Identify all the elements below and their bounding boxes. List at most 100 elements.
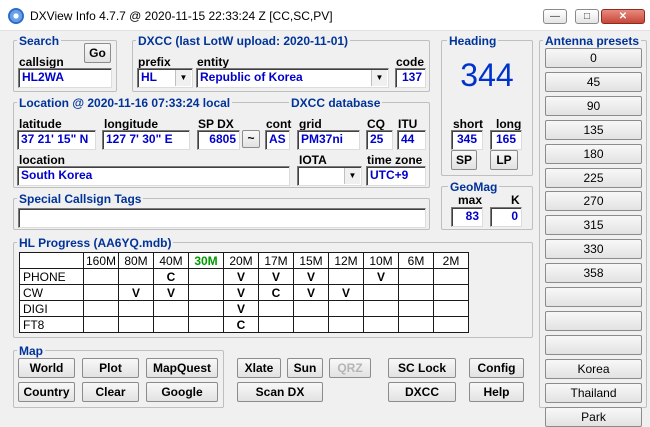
antenna-preset-button[interactable]: 315 [545, 215, 642, 236]
progress-cell[interactable] [153, 300, 189, 317]
progress-cell[interactable] [433, 300, 469, 317]
progress-cell[interactable] [398, 300, 434, 317]
progress-cell[interactable] [293, 300, 329, 317]
config-button[interactable]: Config [469, 358, 524, 378]
code-field[interactable]: 137 [395, 68, 426, 88]
progress-cell[interactable]: V [118, 284, 154, 301]
antenna-preset-button[interactable]: 135 [545, 119, 642, 140]
progress-cell[interactable] [433, 268, 469, 285]
continent-field[interactable]: AS [265, 130, 290, 150]
progress-cell[interactable] [188, 268, 224, 285]
progress-cell[interactable] [118, 316, 154, 333]
progress-cell[interactable] [328, 316, 364, 333]
progress-cell[interactable]: C [223, 316, 259, 333]
distance-units-button[interactable]: ~ [242, 130, 260, 148]
antenna-preset-button[interactable]: 180 [545, 143, 642, 164]
progress-cell[interactable] [398, 268, 434, 285]
sc-lock-button[interactable]: SC Lock [388, 358, 456, 378]
progress-cell[interactable] [258, 300, 294, 317]
help-button[interactable]: Help [469, 382, 524, 402]
progress-cell[interactable] [188, 316, 224, 333]
geomag-k-field[interactable]: 0 [490, 207, 522, 227]
progress-cell[interactable] [258, 316, 294, 333]
progress-cell[interactable] [398, 284, 434, 301]
antenna-preset-button[interactable] [545, 310, 642, 331]
progress-cell[interactable]: V [223, 284, 259, 301]
progress-cell[interactable] [433, 284, 469, 301]
progress-cell[interactable] [83, 316, 119, 333]
longitude-field[interactable]: 127 7' 30" E [102, 130, 190, 150]
progress-cell[interactable]: C [258, 284, 294, 301]
antenna-preset-button[interactable]: Thailand [545, 382, 642, 403]
antenna-preset-button[interactable]: 270 [545, 191, 642, 212]
latitude-field[interactable]: 37 21' 15" N [17, 130, 96, 150]
qrz-button[interactable]: QRZ [329, 358, 371, 378]
progress-cell[interactable] [433, 316, 469, 333]
progress-cell[interactable] [328, 268, 364, 285]
short-path-button[interactable]: SP [451, 150, 477, 170]
sun-button[interactable]: Sun [287, 358, 323, 378]
scan-dx-button[interactable]: Scan DX [237, 382, 323, 402]
antenna-preset-button[interactable]: 0 [545, 48, 642, 68]
timezone-field[interactable]: UTC+9 [366, 166, 426, 186]
antenna-preset-button[interactable]: 358 [545, 263, 642, 284]
iota-select[interactable]: ▼ [297, 166, 362, 186]
progress-cell[interactable] [363, 316, 399, 333]
progress-cell[interactable] [398, 316, 434, 333]
long-path-field[interactable]: 165 [490, 130, 522, 150]
progress-cell[interactable] [118, 268, 154, 285]
progress-cell[interactable] [188, 284, 224, 301]
itu-zone-field[interactable]: 44 [397, 130, 426, 150]
progress-cell[interactable]: V [223, 268, 259, 285]
antenna-preset-button[interactable] [545, 287, 642, 307]
maximize-button[interactable]: □ [575, 9, 599, 24]
map-google-button[interactable]: Google [146, 382, 218, 402]
minimize-button[interactable]: — [543, 9, 567, 24]
progress-cell[interactable] [188, 300, 224, 317]
geomag-max-field[interactable]: 83 [451, 207, 483, 227]
callsign-input[interactable]: HL2WA [18, 68, 112, 88]
cq-zone-field[interactable]: 25 [366, 130, 393, 150]
map-mapquest-button[interactable]: MapQuest [146, 358, 218, 378]
progress-cell[interactable]: V [153, 284, 189, 301]
short-path-field[interactable]: 345 [451, 130, 483, 150]
antenna-preset-button[interactable]: Park [545, 406, 642, 427]
close-button[interactable]: ✕ [601, 9, 645, 24]
progress-cell[interactable]: C [153, 268, 189, 285]
antenna-preset-button[interactable]: Korea [545, 358, 642, 379]
progress-cell[interactable] [293, 316, 329, 333]
chevron-down-icon[interactable]: ▼ [344, 168, 360, 184]
antenna-preset-button[interactable]: 45 [545, 71, 642, 92]
map-clear-button[interactable]: Clear [82, 382, 139, 402]
special-tags-field[interactable] [18, 208, 426, 228]
progress-cell[interactable] [153, 316, 189, 333]
progress-cell[interactable]: V [258, 268, 294, 285]
grid-field[interactable]: PM37ni [297, 130, 360, 150]
antenna-preset-button[interactable]: 225 [545, 167, 642, 188]
progress-cell[interactable] [328, 300, 364, 317]
prefix-select[interactable]: HL ▼ [137, 68, 193, 88]
progress-cell[interactable]: V [293, 268, 329, 285]
spdx-field[interactable]: 6805 [197, 130, 240, 150]
long-path-button[interactable]: LP [490, 150, 518, 170]
progress-cell[interactable] [83, 268, 119, 285]
antenna-preset-button[interactable]: 90 [545, 95, 642, 116]
progress-cell[interactable]: V [363, 268, 399, 285]
progress-cell[interactable] [83, 300, 119, 317]
progress-cell[interactable]: V [223, 300, 259, 317]
entity-select[interactable]: Republic of Korea ▼ [196, 68, 389, 88]
dxcc-button[interactable]: DXCC [388, 382, 456, 402]
progress-cell[interactable] [363, 300, 399, 317]
progress-cell[interactable] [118, 300, 154, 317]
map-country-button[interactable]: Country [18, 382, 75, 402]
antenna-preset-button[interactable]: 330 [545, 239, 642, 260]
map-world-button[interactable]: World [18, 358, 75, 378]
map-plot-button[interactable]: Plot [82, 358, 139, 378]
progress-cell[interactable] [363, 284, 399, 301]
location-field[interactable]: South Korea [17, 166, 290, 186]
go-button[interactable]: Go [84, 43, 111, 63]
chevron-down-icon[interactable]: ▼ [175, 70, 191, 86]
xlate-button[interactable]: Xlate [237, 358, 281, 378]
chevron-down-icon[interactable]: ▼ [371, 70, 387, 86]
antenna-preset-button[interactable] [545, 334, 642, 355]
